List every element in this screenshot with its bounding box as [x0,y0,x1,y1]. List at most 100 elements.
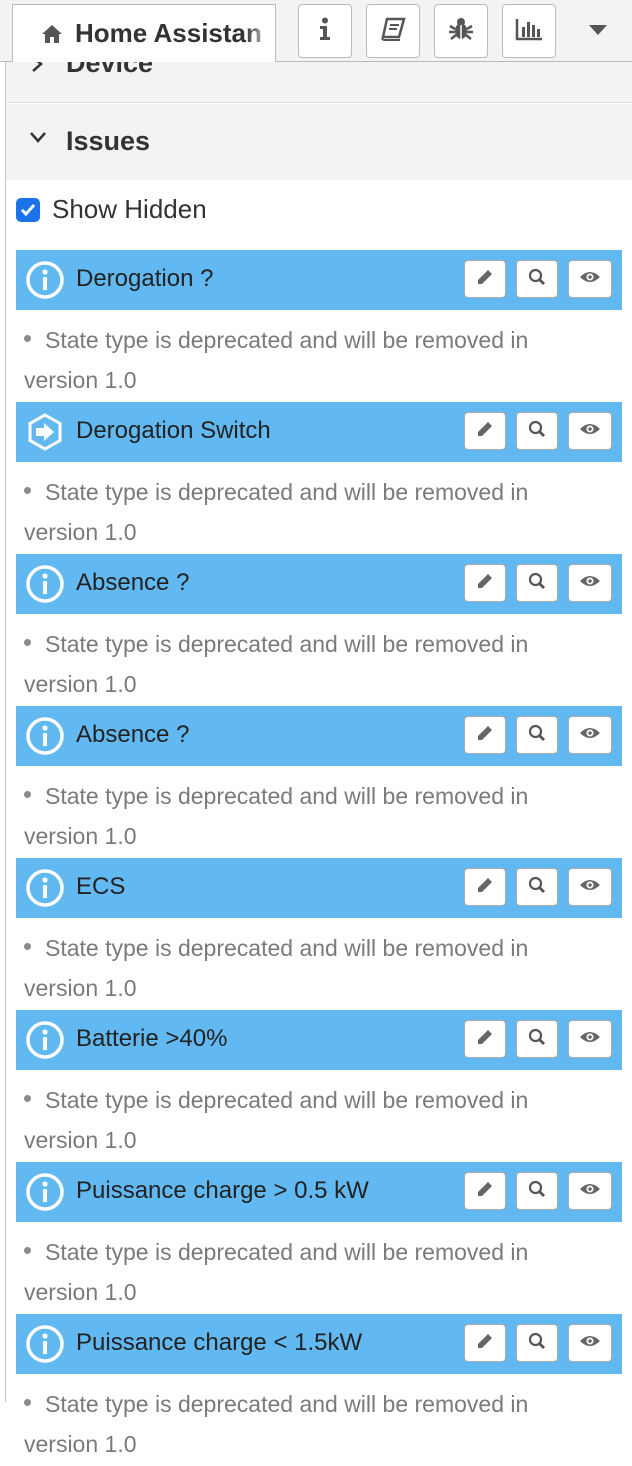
chevron-right-icon [30,62,44,79]
eye-icon [579,1182,601,1201]
chart-button[interactable] [502,4,556,58]
issue-header[interactable]: Derogation Switch [16,402,622,462]
search-button[interactable] [516,564,558,602]
issue-item: Batterie >40% State type is deprecated a… [16,1010,622,1162]
edit-button[interactable] [464,1324,506,1362]
bullet [24,335,31,343]
info-circle-icon [26,1173,64,1211]
edit-button[interactable] [464,260,506,298]
section-device[interactable]: Device [6,62,632,103]
issue-title: Puissance charge > 0.5 kW [76,1177,369,1204]
search-button[interactable] [516,1324,558,1362]
issue-message: State type is deprecated and will be rem… [24,472,594,552]
issue-header[interactable]: Puissance charge > 0.5 kW [16,1162,622,1222]
eye-icon [579,1030,601,1049]
issue-message: State type is deprecated and will be rem… [24,1232,594,1312]
issue-header[interactable]: Derogation ? [16,250,622,310]
issue-item: Puissance charge < 1.5kW State type is d… [16,1314,622,1466]
bullet [24,487,31,495]
issue-title: Puissance charge < 1.5kW [76,1329,363,1356]
pencil-icon [476,1028,494,1051]
edit-button[interactable] [464,868,506,906]
pencil-icon [476,1332,494,1355]
pencil-icon [476,1180,494,1203]
chevron-down-icon [28,130,48,149]
info-circle-icon [26,1325,64,1363]
tab-bar: Home Assistan [0,0,632,62]
search-button[interactable] [516,716,558,754]
pencil-icon [476,420,494,443]
issue-item: Absence ? State type is deprecated and w… [16,706,622,858]
show-hidden-toggle[interactable]: Show Hidden [16,194,207,225]
search-button[interactable] [516,1172,558,1210]
issue-message-text: State type is deprecated and will be rem… [24,935,529,1001]
toggle-visibility-button[interactable] [568,260,612,298]
issue-title: Absence ? [76,721,190,748]
toggle-visibility-button[interactable] [568,1324,612,1362]
search-button[interactable] [516,412,558,450]
issues-list: Derogation ? State type is deprecated an… [16,250,622,1466]
edit-button[interactable] [464,564,506,602]
issue-header[interactable]: Absence ? [16,554,622,614]
toggle-visibility-button[interactable] [568,716,612,754]
search-icon [528,572,546,595]
bullet [24,791,31,799]
issue-message-text: State type is deprecated and will be rem… [24,1239,529,1305]
issue-message: State type is deprecated and will be rem… [24,624,594,704]
edit-button[interactable] [464,716,506,754]
tab-fade [245,5,275,62]
issue-header[interactable]: Puissance charge < 1.5kW [16,1314,622,1374]
issue-item: Derogation ? State type is deprecated an… [16,250,622,402]
edit-button[interactable] [464,1172,506,1210]
issue-header[interactable]: ECS [16,858,622,918]
search-button[interactable] [516,260,558,298]
info-icon [318,17,332,46]
section-issues[interactable]: Issues [6,104,632,180]
search-icon [528,268,546,291]
issue-header[interactable]: Batterie >40% [16,1010,622,1070]
show-hidden-checkbox[interactable] [16,197,40,222]
issue-item: Puissance charge > 0.5 kW State type is … [16,1162,622,1314]
toggle-visibility-button[interactable] [568,412,612,450]
pencil-icon [476,572,494,595]
show-hidden-label: Show Hidden [52,194,207,224]
search-button[interactable] [516,1020,558,1058]
eye-icon [579,726,601,745]
toggle-visibility-button[interactable] [568,868,612,906]
toggle-visibility-button[interactable] [568,1020,612,1058]
issue-item: Derogation Switch State type is deprecat… [16,402,622,554]
panel-border [5,62,6,1402]
issue-message-text: State type is deprecated and will be rem… [24,783,529,849]
pencil-icon [476,876,494,899]
info-circle-icon [26,261,64,299]
debug-button[interactable] [434,4,488,58]
info-circle-icon [26,1021,64,1059]
section-issues-title: Issues [66,126,151,156]
search-icon [528,1028,546,1051]
bullet [24,1399,31,1407]
bullet [24,639,31,647]
eye-icon [579,422,601,441]
issue-message: State type is deprecated and will be rem… [24,928,594,1008]
issue-message: State type is deprecated and will be rem… [24,320,594,400]
edit-button[interactable] [464,1020,506,1058]
toggle-visibility-button[interactable] [568,1172,612,1210]
tab-title: Home Assistan [75,18,262,48]
edit-button[interactable] [464,412,506,450]
toggle-visibility-button[interactable] [568,564,612,602]
bullet [24,1095,31,1103]
bullet [24,1247,31,1255]
search-button[interactable] [516,868,558,906]
issue-message-text: State type is deprecated and will be rem… [24,631,529,697]
issue-header[interactable]: Absence ? [16,706,622,766]
search-icon [528,1332,546,1355]
info-circle-icon [26,869,64,907]
issue-title: Batterie >40% [76,1025,228,1052]
tab-menu-dropdown[interactable] [578,14,618,48]
book-button[interactable] [366,4,420,58]
issue-title: Absence ? [76,569,190,596]
issue-message: State type is deprecated and will be rem… [24,1080,594,1160]
info-button[interactable] [298,4,352,58]
info-circle-icon [26,565,64,603]
tab-home-assistant[interactable]: Home Assistan [12,4,276,62]
